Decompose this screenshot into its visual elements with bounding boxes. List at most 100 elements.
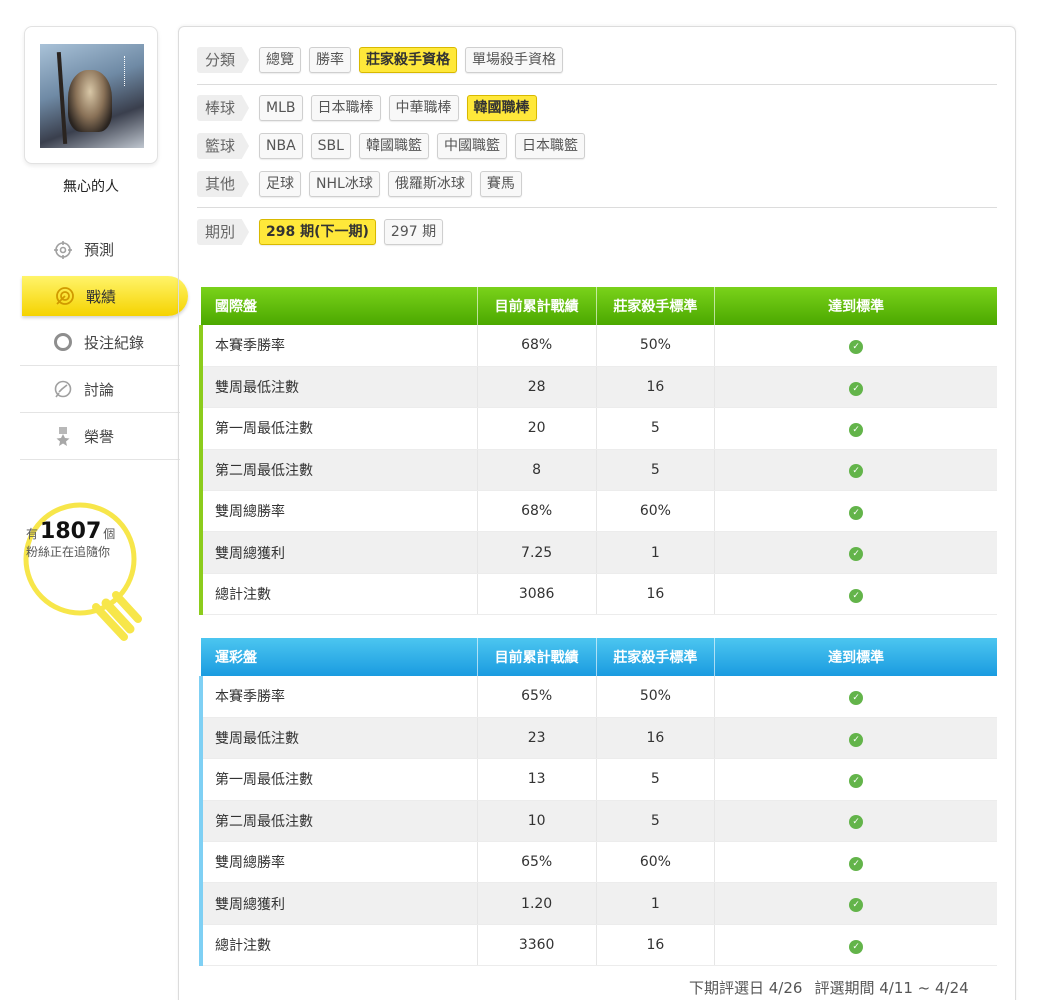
divider xyxy=(197,84,997,85)
current-value: 3360 xyxy=(476,924,597,967)
table-row: 第二周最低注數 8 5 ✓ xyxy=(198,449,997,492)
table-row: 總計注數 3360 16 ✓ xyxy=(198,924,997,967)
check-icon: ✓ xyxy=(849,422,864,437)
chip-khl[interactable]: 俄羅斯冰球 xyxy=(387,171,472,197)
selection-period: 評選期間 4/11 ~ 4/24 xyxy=(814,979,969,997)
fan-count: 1807 xyxy=(40,519,102,544)
check-icon: ✓ xyxy=(849,588,864,603)
chip-soccer[interactable]: 足球 xyxy=(259,171,302,197)
chip-winrate[interactable]: 勝率 xyxy=(309,47,352,73)
current-value: 23 xyxy=(476,717,597,760)
row-label: 第一周最低注數 xyxy=(198,407,478,450)
nav-item-discussion[interactable]: 討論 xyxy=(20,366,180,413)
row-label: 本賽季勝率 xyxy=(198,325,478,367)
header-cell: 國際盤 xyxy=(201,287,478,325)
standard-value: 1 xyxy=(595,531,715,574)
selection-period-note: 下期評選日 4/26 評選期間 4/11 ~ 4/24 xyxy=(689,977,969,998)
nav-label: 投注紀錄 xyxy=(84,333,145,352)
chip-cpbl[interactable]: 中華職棒 xyxy=(388,95,459,121)
filter-row-category: 分類 總覽 勝率 莊家殺手資格 單場殺手資格 xyxy=(197,45,571,75)
filter-row-basketball: 籃球 NBA SBL 韓國職籃 中國職籃 日本職籃 xyxy=(197,131,593,161)
standard-value: 60% xyxy=(595,841,715,884)
check-icon: ✓ xyxy=(849,505,864,520)
table-row: 雙周總勝率 68% 60% ✓ xyxy=(198,490,997,533)
chip-sbl[interactable]: SBL xyxy=(310,133,351,159)
row-label: 第二周最低注數 xyxy=(198,449,478,492)
chip-kbo[interactable]: 韓國職棒 xyxy=(466,95,537,121)
row-label: 第二周最低注數 xyxy=(198,800,478,843)
filter-label: 分類 xyxy=(197,47,250,73)
filter-label: 期別 xyxy=(197,219,250,245)
header-cell: 目前累計戰績 xyxy=(476,287,597,325)
table-row: 本賽季勝率 65% 50% ✓ xyxy=(198,676,997,718)
filter-label: 棒球 xyxy=(197,95,250,121)
check-icon: ✓ xyxy=(849,690,864,705)
current-value: 1.20 xyxy=(476,882,597,925)
fan-count-bulb: 有1807 個 粉絲正在追隨你 xyxy=(20,499,160,649)
nav-item-bet-history[interactable]: 投注紀錄 xyxy=(20,319,180,366)
chip-mlb[interactable]: MLB xyxy=(259,95,303,121)
table-row: 本賽季勝率 68% 50% ✓ xyxy=(198,325,997,367)
avatar-frame[interactable] xyxy=(24,26,158,164)
chip-kbl[interactable]: 韓國職籃 xyxy=(358,133,429,159)
current-value: 3086 xyxy=(476,573,597,616)
next-selection-date: 下期評選日 4/26 xyxy=(689,979,803,997)
page: 無心的人 預測 戰績 投注紀錄 討論 榮譽 有1807 個 粉絲正在追隨你 分類… xyxy=(0,0,1037,1000)
nav-item-predict[interactable]: 預測 xyxy=(20,226,180,273)
chip-overview[interactable]: 總覽 xyxy=(259,47,302,73)
medal-icon xyxy=(52,425,74,447)
table-sports-lottery: 運彩盤 目前累計戰績 莊家殺手標準 達到標準 本賽季勝率 65% 50% ✓ 雙周最低… xyxy=(198,638,997,967)
header-cell: 莊家殺手標準 xyxy=(595,638,715,676)
row-label: 總計注數 xyxy=(198,573,478,616)
check-icon: ✓ xyxy=(849,815,864,830)
fan-unit: 個 xyxy=(103,527,116,541)
check-icon: ✓ xyxy=(849,898,864,913)
standard-value: 50% xyxy=(595,325,715,367)
row-label: 雙周總獲利 xyxy=(198,531,478,574)
header-cell: 達到標準 xyxy=(714,638,997,676)
table-row: 雙周最低注數 23 16 ✓ xyxy=(198,717,997,760)
chip-horse-racing[interactable]: 賽馬 xyxy=(479,171,522,197)
table-header-row: 國際盤 目前累計戰績 莊家殺手標準 達到標準 xyxy=(201,287,997,325)
current-value: 68% xyxy=(476,325,597,367)
chip-single-killer[interactable]: 單場殺手資格 xyxy=(465,47,564,73)
row-label: 雙周總勝率 xyxy=(198,841,478,884)
current-value: 28 xyxy=(476,366,597,409)
chip-bleague[interactable]: 日本職籃 xyxy=(514,133,585,159)
standard-value: 5 xyxy=(595,758,715,801)
avatar[interactable] xyxy=(40,44,144,148)
filter-label: 籃球 xyxy=(197,133,250,159)
standard-value: 5 xyxy=(595,449,715,492)
current-value: 7.25 xyxy=(476,531,597,574)
filter-label: 其他 xyxy=(197,171,250,197)
chip-nba[interactable]: NBA xyxy=(259,133,303,159)
table-row: 雙周總勝率 65% 60% ✓ xyxy=(198,841,997,884)
standard-value: 16 xyxy=(595,924,715,967)
header-cell: 目前累計戰績 xyxy=(476,638,597,676)
main-panel: 分類 總覽 勝率 莊家殺手資格 單場殺手資格 棒球 MLB 日本職棒 中華職棒 … xyxy=(178,26,1016,1000)
header-cell: 莊家殺手標準 xyxy=(595,287,715,325)
chip-nhl[interactable]: NHL冰球 xyxy=(309,171,380,197)
check-icon: ✓ xyxy=(849,773,864,788)
header-cell: 運彩盤 xyxy=(201,638,478,676)
chip-period-298[interactable]: 298 期(下一期) xyxy=(259,219,376,245)
current-value: 68% xyxy=(476,490,597,533)
nav-item-honor[interactable]: 榮譽 xyxy=(20,413,180,460)
fan-count-text: 有1807 個 粉絲正在追隨你 xyxy=(26,521,136,561)
row-label: 雙周總獲利 xyxy=(198,882,478,925)
nav-label: 預測 xyxy=(84,241,115,259)
table-row: 雙周最低注數 28 16 ✓ xyxy=(198,366,997,409)
check-icon: ✓ xyxy=(849,464,864,479)
nav-item-record[interactable]: 戰績 xyxy=(22,276,188,316)
chip-banker-killer[interactable]: 莊家殺手資格 xyxy=(359,47,458,73)
current-value: 8 xyxy=(476,449,597,492)
current-value: 20 xyxy=(476,407,597,450)
table-row: 雙周總獲利 7.25 1 ✓ xyxy=(198,531,997,574)
table-row: 雙周總獲利 1.20 1 ✓ xyxy=(198,882,997,925)
chip-period-297[interactable]: 297 期 xyxy=(383,219,444,245)
chip-npb[interactable]: 日本職棒 xyxy=(310,95,381,121)
chip-cba[interactable]: 中國職籃 xyxy=(436,133,507,159)
standard-value: 16 xyxy=(595,366,715,409)
filter-row-period: 期別 298 期(下一期) 297 期 xyxy=(197,217,451,247)
standard-value: 5 xyxy=(595,407,715,450)
